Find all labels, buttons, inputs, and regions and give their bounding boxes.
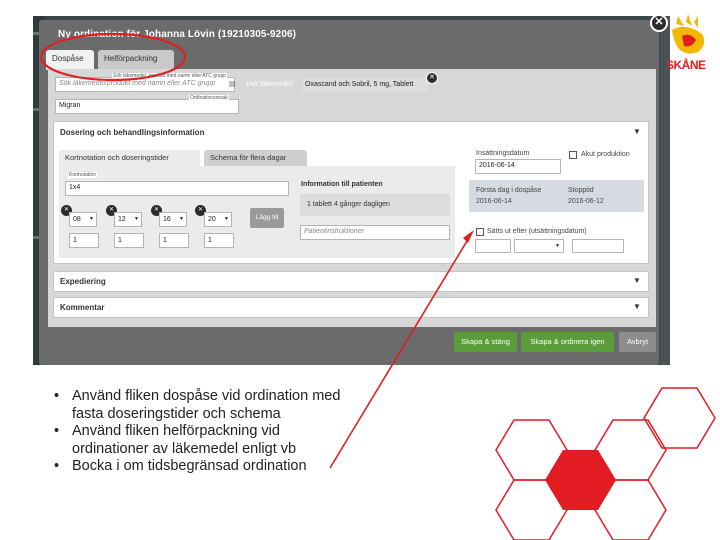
hexagon-outline <box>643 387 716 449</box>
region-skane-logo: SKÅNE <box>666 10 720 80</box>
bullet-item: Använd fliken helförpackning vid ordinat… <box>52 423 352 458</box>
hexagon-filled <box>545 450 616 510</box>
bullet-item: Bocka i om tidsbegränsad ordination <box>52 458 352 476</box>
slide: Ny ordination för Johanna Lövin (1921030… <box>0 0 720 540</box>
logo-text: SKÅNE <box>666 58 706 72</box>
arrow-head-icon <box>463 230 474 243</box>
bullet-list: Använd fliken dospåse vid ordination med… <box>52 388 352 476</box>
bullet-item: Använd fliken dospåse vid ordination med… <box>52 388 352 423</box>
highlight-ellipse <box>39 32 187 82</box>
